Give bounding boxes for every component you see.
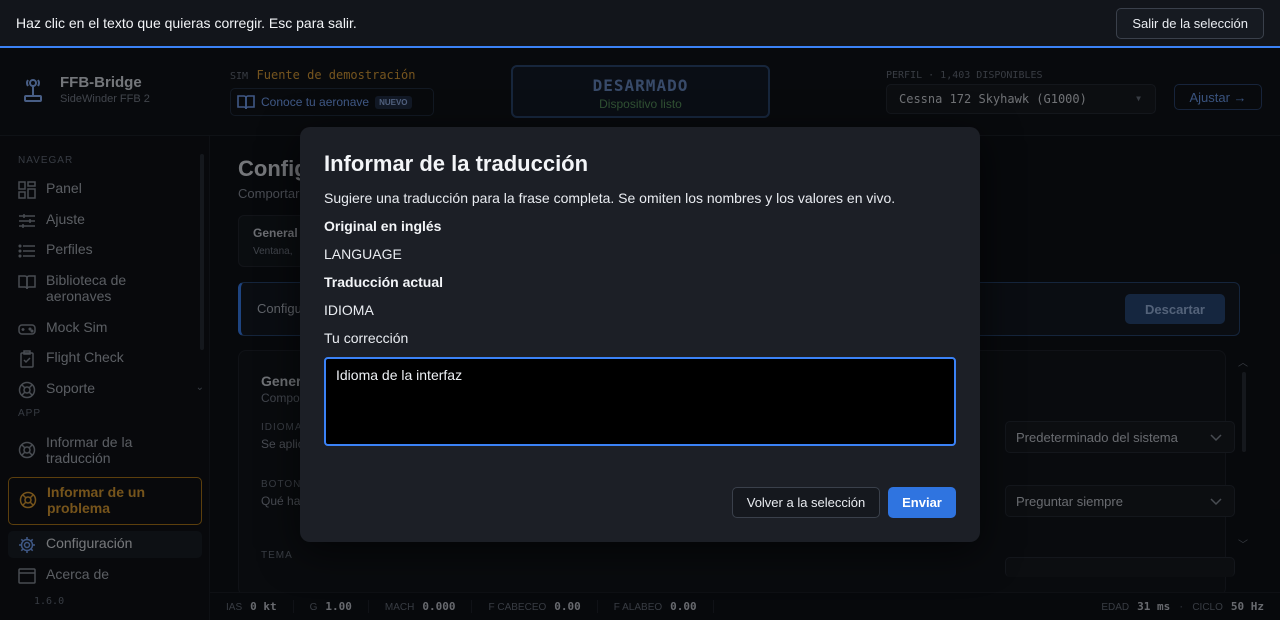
dialog-description: Sugiere una traducción para la frase com…: [324, 190, 896, 206]
dialog-title: Informar de la traducción: [324, 151, 589, 176]
current-translation-value: IDIOMA: [324, 302, 374, 318]
original-label: Original en inglés: [324, 218, 442, 234]
correction-input[interactable]: Idioma de la interfaz: [324, 357, 956, 446]
back-to-selection-button[interactable]: Volver a la selección: [732, 487, 880, 518]
original-value: LANGUAGE: [324, 246, 402, 262]
report-translation-dialog: Informar de la traducción Sugiere una tr…: [300, 127, 980, 542]
selection-mode-bar: Haz clic en el texto que quieras corregi…: [0, 0, 1280, 48]
exit-selection-button[interactable]: Salir de la selección: [1116, 7, 1264, 39]
current-translation-label: Traducción actual: [324, 274, 444, 290]
selection-instruction: Haz clic en el texto que quieras corregi…: [16, 15, 357, 31]
correction-label: Tu corrección: [324, 330, 409, 346]
send-button[interactable]: Enviar: [888, 487, 956, 518]
